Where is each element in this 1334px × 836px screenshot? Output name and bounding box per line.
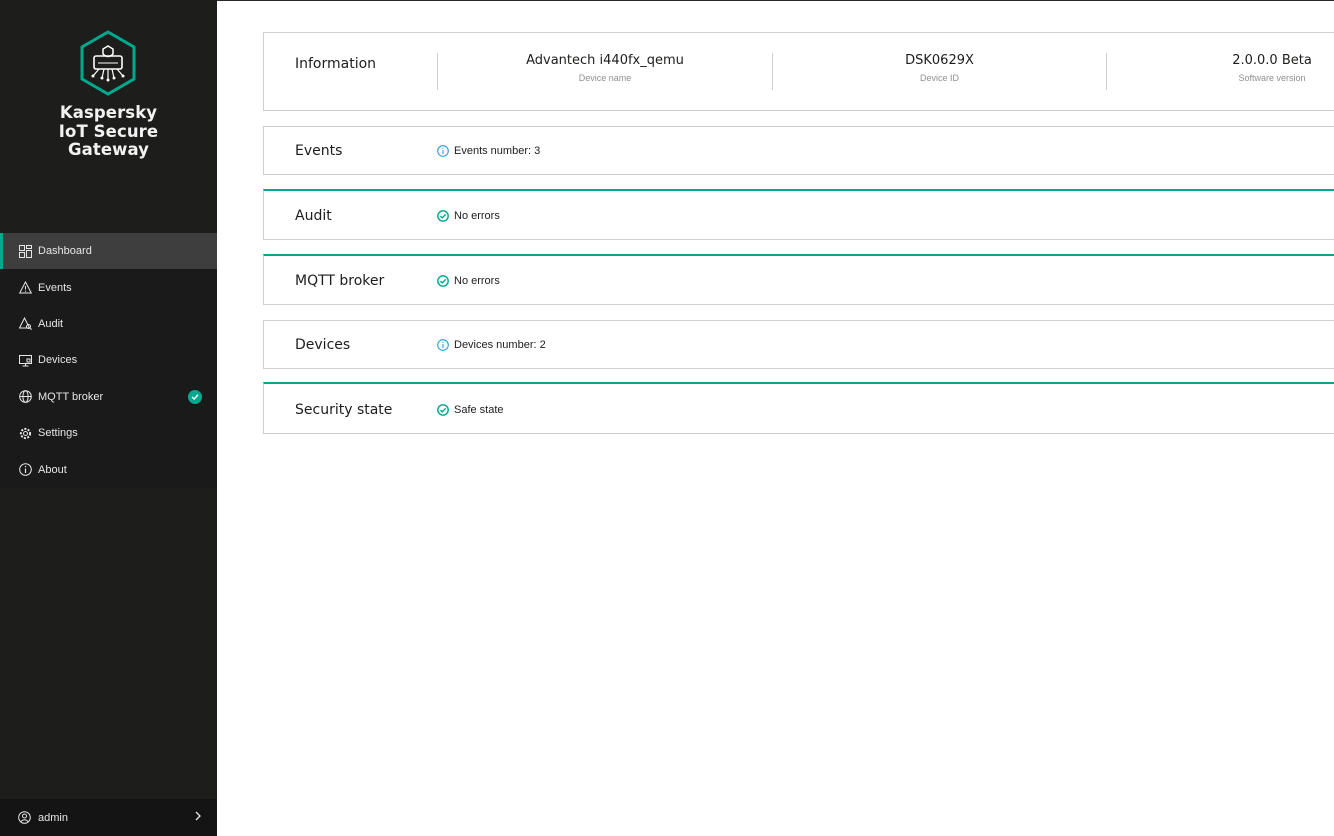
devices-status: Devices number: 2 <box>437 339 546 351</box>
software-version-label: Software version <box>1238 73 1306 83</box>
top-border <box>217 0 1334 1</box>
device-id-label: Device ID <box>919 73 959 83</box>
info-circle-icon <box>437 339 449 351</box>
security-state-status-text: Safe state <box>454 404 504 416</box>
sidebar-item-about[interactable]: About <box>0 451 217 487</box>
brand-line-3: Gateway <box>67 140 150 159</box>
logo-area: Kaspersky IoT Secure Gateway <box>0 0 217 232</box>
security-state-status: Safe state <box>437 404 504 416</box>
device-id-field: DSK0629X Device ID <box>773 53 1106 91</box>
audit-title: Audit <box>295 208 332 224</box>
info-icon <box>18 463 32 477</box>
sidebar-item-label: Devices <box>38 354 78 367</box>
sidebar-item-label: Dashboard <box>38 245 92 258</box>
sidebar-nav: Dashboard Events Audit Devices MQTT brok… <box>0 233 217 488</box>
mqtt-broker-status-text: No errors <box>454 275 500 287</box>
check-badge-icon <box>188 389 202 404</box>
info-circle-icon <box>437 145 449 157</box>
devices-card[interactable]: Devices Devices number: 2 <box>263 320 1334 369</box>
sidebar-item-label: MQTT broker <box>38 390 104 403</box>
device-name-label: Device name <box>578 73 632 83</box>
events-card[interactable]: Events Events number: 3 <box>263 126 1334 175</box>
security-state-card[interactable]: Security state Safe state <box>263 382 1334 434</box>
sidebar-item-events[interactable]: Events <box>0 269 217 305</box>
mqtt-broker-title: MQTT broker <box>295 273 385 289</box>
information-card: Information Advantech i440fx_qemu Device… <box>263 32 1334 111</box>
brand-line-2: IoT Secure <box>58 121 159 141</box>
device-id-value: DSK0629X <box>905 53 974 68</box>
events-status: Events number: 3 <box>437 145 540 157</box>
brand-line-1: Kaspersky <box>59 103 158 122</box>
sidebar-item-audit[interactable]: Audit <box>0 306 217 342</box>
dashboard-icon <box>18 244 32 258</box>
sidebar-item-label: About <box>38 463 67 476</box>
check-circle-icon <box>437 404 449 416</box>
gear-icon <box>18 426 32 440</box>
check-circle-icon <box>437 210 449 222</box>
audit-card[interactable]: Audit No errors <box>263 189 1334 240</box>
kaspersky-logo-icon <box>80 30 136 96</box>
software-version-value: 2.0.0.0 Beta <box>1232 53 1312 68</box>
user-name: admin <box>38 811 68 824</box>
sidebar: Kaspersky IoT Secure Gateway Dashboard E… <box>0 0 217 836</box>
software-version-field: 2.0.0.0 Beta Software version <box>1107 53 1334 91</box>
audit-status: No errors <box>437 210 500 222</box>
sidebar-item-dashboard[interactable]: Dashboard <box>0 233 217 270</box>
sidebar-item-settings[interactable]: Settings <box>0 415 217 451</box>
user-menu[interactable]: admin <box>0 799 217 836</box>
events-status-text: Events number: 3 <box>454 145 541 157</box>
sidebar-item-label: Audit <box>38 317 64 330</box>
user-icon <box>18 810 32 825</box>
sidebar-item-label: Events <box>38 281 72 294</box>
sidebar-item-label: Settings <box>38 427 78 440</box>
security-state-title: Security state <box>295 402 393 418</box>
mqtt-broker-card[interactable]: MQTT broker No errors <box>263 254 1334 305</box>
information-title: Information <box>295 56 377 72</box>
check-circle-icon <box>437 275 449 287</box>
devices-status-text: Devices number: 2 <box>454 339 546 351</box>
audit-icon <box>18 317 32 331</box>
warning-icon <box>18 281 32 295</box>
device-name-field: Advantech i440fx_qemu Device name <box>438 53 772 91</box>
events-title: Events <box>295 143 343 159</box>
devices-title: Devices <box>295 337 351 353</box>
globe-icon <box>18 390 32 404</box>
audit-status-text: No errors <box>454 210 500 222</box>
sidebar-item-mqtt-broker[interactable]: MQTT broker <box>0 379 217 415</box>
device-name-value: Advantech i440fx_qemu <box>526 53 684 68</box>
brand-name: Kaspersky IoT Secure Gateway <box>0 103 217 160</box>
mqtt-broker-status: No errors <box>437 275 500 287</box>
sidebar-item-devices[interactable]: Devices <box>0 342 217 378</box>
chevron-right-icon <box>194 811 202 824</box>
devices-icon <box>18 353 32 367</box>
